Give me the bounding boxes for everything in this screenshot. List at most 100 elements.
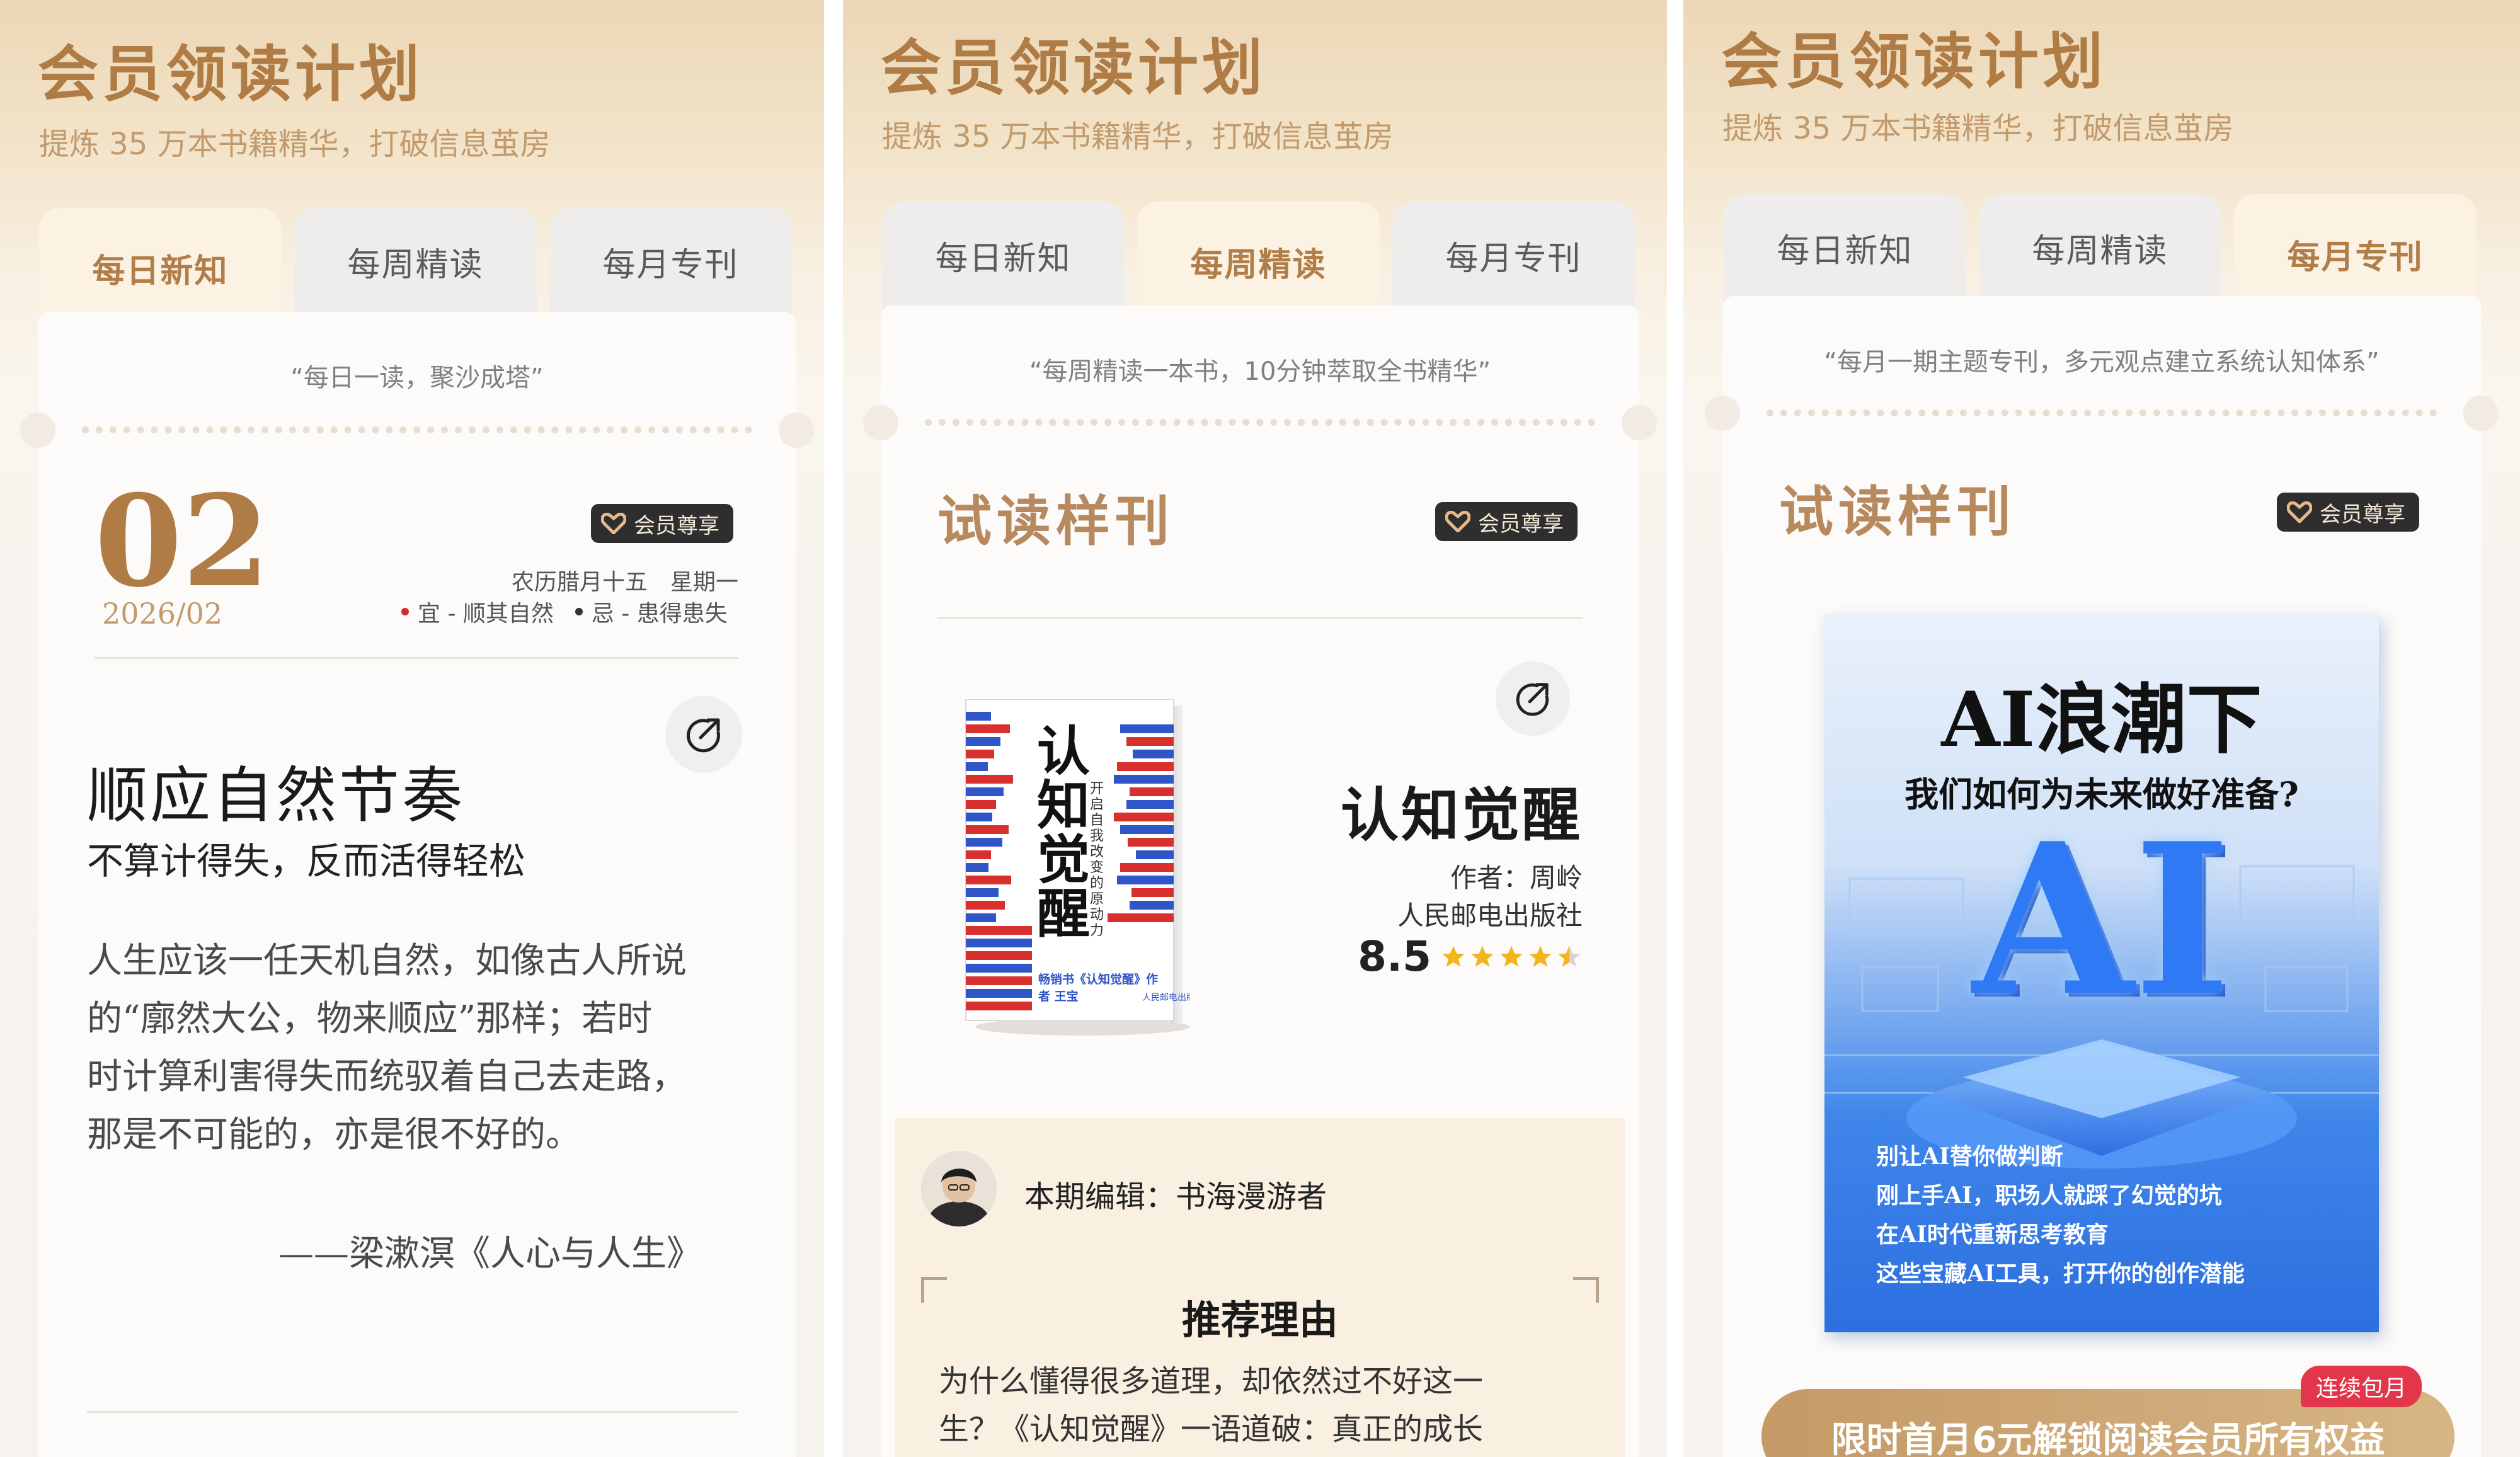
monthly-panel: 会员领读计划 提炼 35 万本书籍精华，打破信息茧房 每日新知 每周精读 每月专…: [1683, 0, 2520, 1457]
magazine-bullet: 在AI时代重新思考教育: [1876, 1221, 2109, 1248]
page-subtitle: 提炼 35 万本书籍精华，打破信息茧房: [882, 119, 1394, 154]
reason-body: 为什么懂得很多道理，却依然过不好这一 生？《认知觉醒》一语道破：真正的成长: [939, 1357, 1483, 1453]
tab-quote: “每日一读，聚沙成塔”: [290, 363, 544, 392]
tab-daily[interactable]: 每日新知: [39, 208, 282, 328]
book-cover[interactable]: 人民邮电出版社 认知觉醒 开启自我改变的原动力 畅销书《认知觉醒》作者 王宝: [963, 699, 1204, 1039]
book-publisher: 人民邮电出版社: [1397, 900, 1583, 931]
magazine-ai-glyph: AI: [1972, 797, 2231, 1042]
tab-daily[interactable]: 每日新知: [882, 202, 1125, 309]
avatar-image: [921, 1151, 997, 1226]
star-icon: [1471, 946, 1494, 967]
card-notch-left: [863, 405, 898, 440]
body-line: 的“廓然大公，物来顺应”那样；若时: [87, 998, 653, 1039]
tab-quote: “每周精读一本书，10分钟萃取全书精华”: [1029, 357, 1491, 386]
rating-stars: [1440, 944, 1583, 970]
yi-dot: [401, 608, 409, 615]
cover-title: 认知觉醒: [1036, 720, 1090, 945]
page-title: 会员领读计划: [1721, 26, 2107, 97]
header-divider: [94, 657, 738, 659]
sample-title: 试读样刊: [937, 489, 1174, 553]
lunar-date: 农历腊月十五 星期一: [511, 569, 738, 595]
book-author: 作者：周岭: [1450, 862, 1583, 893]
magazine-cover[interactable]: AI浪潮下 我们如何为未来做好准备? AI 别让AI替你做判断 刚上手AI，职场…: [1824, 614, 2379, 1332]
book-rating: 8.5: [1358, 932, 1583, 981]
card-notch-right: [779, 413, 814, 448]
reason-line: 为什么懂得很多道理，却依然过不好这一: [939, 1364, 1484, 1399]
daily-card: “每日一读，聚沙成塔” 02 2026/02 会员尊享 农历腊月十五 星期一 宜…: [20, 312, 814, 1457]
member-badge-label: 会员尊享: [1478, 511, 1564, 537]
sample-title: 试读样刊: [1779, 480, 2016, 544]
tab-quote: “每月一期主题专刊，多元观点建立系统认知体系”: [1824, 348, 2380, 377]
member-badge-label: 会员尊享: [2320, 501, 2405, 527]
magazine-bullet: 别让AI替你做判断: [1876, 1143, 2063, 1170]
share-icon: [686, 718, 720, 753]
magazine-title: AI浪潮下: [1941, 675, 2262, 764]
reason-line: 生？《认知觉醒》一语道破：真正的成长: [939, 1412, 1484, 1447]
dotted-divider: [1767, 409, 2437, 416]
sample-divider: [937, 617, 1583, 619]
ji-text: 忌 - 患得患失: [591, 601, 728, 627]
card-notch-right: [1622, 405, 1657, 440]
member-badge-label: 会员尊享: [634, 513, 719, 539]
body-line: 时计算利害得失而统驭着自己去走路，: [87, 1056, 687, 1097]
tab-daily[interactable]: 每日新知: [1724, 194, 1966, 301]
book-title: 认知觉醒: [1340, 781, 1583, 849]
article-attribution: ——梁漱溟《人心与人生》: [278, 1233, 702, 1274]
panel-gap: [824, 0, 843, 1457]
rating-score: 8.5: [1358, 932, 1431, 981]
editor-avatar: [921, 1151, 997, 1226]
weekly-card: “每周精读一本书，10分钟萃取全书精华” 试读样刊 会员尊享 人民邮电出 认知觉…: [863, 306, 1657, 1457]
magazine-bullets: 别让AI替你做判断 刚上手AI，职场人就踩了幻觉的坑 在AI时代重新思考教育 这…: [1876, 1137, 2245, 1293]
magazine-bullet: 这些宝藏AI工具，打开你的创作潜能: [1876, 1260, 2245, 1287]
weekly-panel: 会员领读计划 提炼 35 万本书籍精华，打破信息茧房 每日新知 每周精读 每月专…: [843, 0, 1667, 1457]
dotted-divider: [82, 426, 752, 433]
card-notch-right: [2463, 396, 2499, 431]
star-icon: [1558, 946, 1581, 967]
date-year-month: 2026/02: [102, 597, 223, 631]
cta-tag: 连续包月: [2301, 1366, 2422, 1407]
panel-gap: [1667, 0, 1683, 1457]
cta-label: 限时首月6元解锁阅读会员所有权益: [1831, 1420, 2385, 1457]
body-line: 人生应该一任天机自然，如像古人所说: [87, 940, 687, 981]
heart-icon: [1445, 511, 1470, 532]
member-badge: 会员尊享: [1435, 502, 1578, 541]
tab-monthly[interactable]: 每月专刊: [549, 208, 792, 315]
dotted-divider: [925, 419, 1595, 426]
tab-weekly[interactable]: 每周精读: [1979, 194, 2221, 301]
page-subtitle: 提炼 35 万本书籍精华，打破信息茧房: [1722, 111, 2234, 146]
member-badge: 会员尊享: [2277, 493, 2419, 532]
article-title: 顺应自然节奏: [87, 760, 465, 831]
tab-weekly[interactable]: 每周精读: [1137, 202, 1380, 321]
share-icon: [1516, 683, 1549, 716]
editor-box: 本期编辑：书海漫游者 推荐理由 为什么懂得很多道理，却依然过不好这一 生？《认知…: [895, 1118, 1625, 1457]
body-line: 那是不可能的，亦是很不好的。: [87, 1114, 581, 1155]
daily-panel: 会员领读计划 提炼 35 万本书籍精华，打破信息茧房 每日新知 每周精读 每月专…: [0, 0, 824, 1457]
card-notch-left: [20, 413, 55, 448]
heart-icon: [2287, 501, 2312, 523]
star-icon: [1529, 946, 1552, 967]
heart-icon: [601, 513, 626, 534]
monthly-card: “每月一期主题专刊，多元观点建立系统认知体系” 试读样刊 会员尊享 AI浪潮下 …: [1705, 296, 2499, 1457]
magazine-bullet: 刚上手AI，职场人就踩了幻觉的坑: [1876, 1182, 2222, 1209]
page-title: 会员领读计划: [38, 38, 423, 110]
page-subtitle: 提炼 35 万本书籍精华，打破信息茧房: [39, 127, 551, 162]
share-button[interactable]: [1496, 661, 1570, 736]
cover-subtitle: 开启自我改变的原动力: [1089, 781, 1104, 939]
article-subtitle: 不算计得失，反而活得轻松: [87, 840, 526, 883]
reason-title: 推荐理由: [1181, 1297, 1338, 1343]
date-day: 02: [94, 467, 270, 615]
yi-text: 宜 - 顺其自然: [418, 601, 554, 627]
article-body: 人生应该一任天机自然，如像古人所说 的“廓然大公，物来顺应”那样；若时 时计算利…: [87, 932, 687, 1164]
yi-ji-line: 宜 - 顺其自然 忌 - 患得患失: [401, 595, 728, 628]
card-notch-left: [1705, 396, 1740, 431]
editor-label: 本期编辑：书海漫游者: [1024, 1179, 1327, 1214]
tab-monthly[interactable]: 每月专刊: [1392, 202, 1635, 309]
star-icon: [1500, 946, 1523, 967]
star-icon: [1442, 946, 1465, 967]
share-button[interactable]: [665, 696, 742, 773]
cover-tagline: 畅销书《认知觉醒》作者 王宝: [1038, 973, 1159, 1003]
tab-weekly[interactable]: 每周精读: [294, 208, 537, 315]
footer-divider: [87, 1411, 738, 1413]
ji-dot: [575, 608, 583, 615]
member-badge: 会员尊享: [591, 504, 733, 543]
